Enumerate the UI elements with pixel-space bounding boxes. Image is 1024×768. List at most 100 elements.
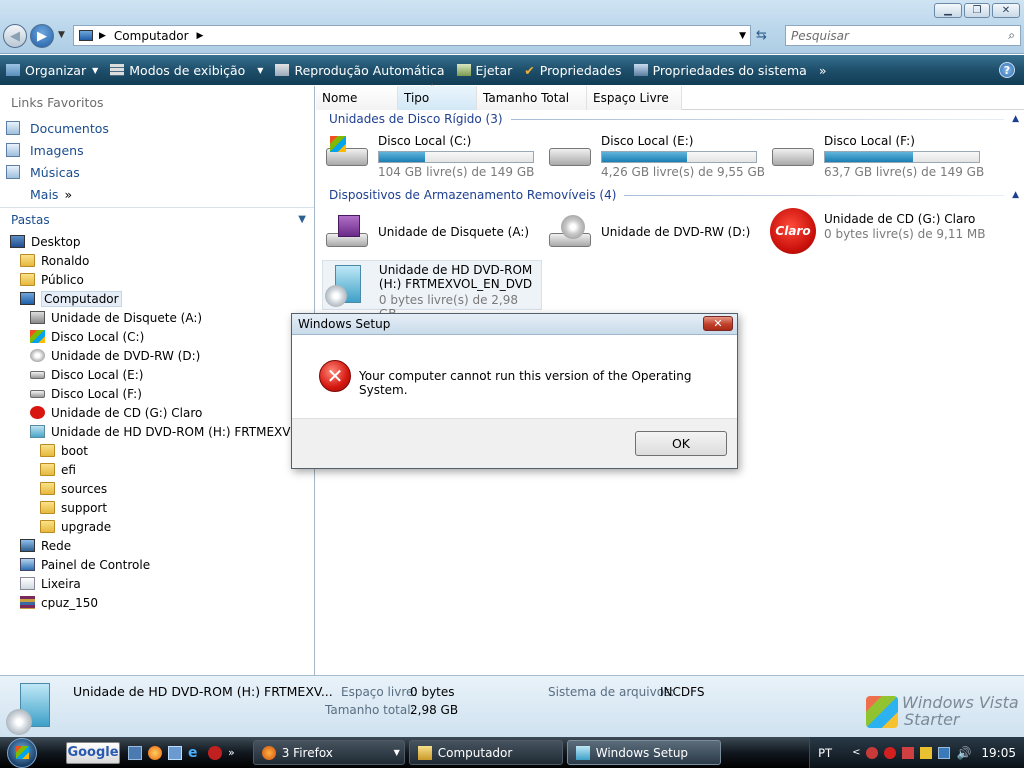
address-bar[interactable]: ▶ Computador ▶ ▼ bbox=[73, 25, 751, 46]
drive-item-c[interactable]: Disco Local (C:) 104 GB livre(s) de 149 … bbox=[324, 134, 534, 179]
group-collapse-icon[interactable]: ▲ bbox=[1012, 190, 1019, 200]
back-button[interactable]: ◀ bbox=[3, 24, 27, 48]
quick-launch: e » bbox=[128, 745, 235, 760]
error-icon: ✕ bbox=[319, 360, 351, 392]
folders-header[interactable]: Pastas ▼ bbox=[0, 207, 314, 231]
usage-bar-fill bbox=[602, 152, 687, 162]
tree-item-hddvd-h[interactable]: Unidade de HD DVD-ROM (H:) FRTMEXVOL_EN_… bbox=[0, 422, 314, 441]
views-button[interactable]: Modos de exibição ▼ bbox=[104, 55, 269, 85]
column-type[interactable]: Tipo ˆ bbox=[398, 84, 477, 110]
column-name[interactable]: Nome bbox=[316, 86, 398, 110]
internet-explorer-icon[interactable]: e bbox=[188, 746, 202, 760]
tree-item-floppy[interactable]: Unidade de Disquete (A:) bbox=[0, 308, 314, 327]
browser-icon[interactable] bbox=[148, 745, 162, 760]
maximize-button[interactable]: ❐ bbox=[964, 3, 990, 18]
tree-item-drive-c[interactable]: Disco Local (C:) bbox=[0, 327, 314, 346]
tree-item-boot[interactable]: boot bbox=[0, 441, 314, 460]
music-icon bbox=[6, 165, 20, 179]
tree-item-sources[interactable]: sources bbox=[0, 479, 314, 498]
show-hidden-icons-chevron-icon[interactable]: < bbox=[852, 747, 860, 758]
favorite-link-pictures[interactable]: Imagens bbox=[0, 139, 314, 161]
show-desktop-icon[interactable] bbox=[128, 745, 142, 760]
folder-icon bbox=[417, 745, 432, 760]
details-fs-value: INCDFS bbox=[660, 685, 705, 699]
address-location[interactable]: Computador bbox=[114, 29, 189, 43]
refresh-icon[interactable]: ⇆ bbox=[756, 28, 767, 43]
system-properties-icon bbox=[633, 64, 648, 76]
language-indicator[interactable]: PT bbox=[818, 746, 832, 760]
search-icon[interactable]: ⌕ bbox=[1008, 28, 1015, 43]
details-total-value: 2,98 GB bbox=[410, 703, 459, 717]
tree-item-user[interactable]: Ronaldo bbox=[0, 251, 314, 270]
drive-item-floppy[interactable]: Unidade de Disquete (A:) bbox=[324, 212, 529, 252]
tree-item-network[interactable]: Rede bbox=[0, 536, 314, 555]
autoplay-button[interactable]: Reprodução Automática bbox=[269, 55, 450, 85]
organize-button[interactable]: Organizar ▼ bbox=[0, 55, 104, 85]
dialog-titlebar[interactable]: Windows Setup bbox=[292, 314, 737, 335]
hard-drive-icon bbox=[547, 134, 593, 168]
tray-app-icon[interactable] bbox=[920, 746, 933, 759]
tray-app-icon[interactable] bbox=[884, 746, 897, 759]
volume-icon[interactable]: 🔊 bbox=[956, 746, 971, 760]
tree-item-drive-f[interactable]: Disco Local (F:) bbox=[0, 384, 314, 403]
recent-pages-chevron-icon[interactable]: ▼ bbox=[58, 30, 65, 40]
properties-button[interactable]: ✔ Propriedades bbox=[518, 55, 627, 85]
forward-button[interactable]: ▶ bbox=[30, 24, 54, 48]
tree-item-drive-e[interactable]: Disco Local (E:) bbox=[0, 365, 314, 384]
search-input[interactable]: Pesquisar ⌕ bbox=[785, 25, 1021, 46]
collapse-chevron-icon[interactable]: ▼ bbox=[298, 214, 306, 225]
tree-item-control-panel[interactable]: Painel de Controle bbox=[0, 555, 314, 574]
taskbar-item-firefox[interactable]: 3 Firefox ▼ bbox=[252, 740, 405, 765]
quick-launch-overflow-icon[interactable]: » bbox=[228, 746, 235, 759]
start-button[interactable] bbox=[0, 737, 44, 768]
breadcrumb-arrow-icon[interactable]: ▶ bbox=[197, 31, 204, 41]
tree-item-cpuz[interactable]: cpuz_150 bbox=[0, 593, 314, 612]
network-status-icon[interactable] bbox=[938, 746, 951, 759]
group-collapse-icon[interactable]: ▲ bbox=[1012, 114, 1019, 124]
group-header-hard-disks[interactable]: Unidades de Disco Rígido (3) ▲ bbox=[329, 112, 1019, 126]
breadcrumb-arrow-icon[interactable]: ▶ bbox=[99, 31, 106, 41]
eject-button[interactable]: Ejetar bbox=[451, 55, 519, 85]
details-total-label: Tamanho total: bbox=[325, 703, 415, 717]
column-free-space[interactable]: Espaço Livre bbox=[587, 86, 682, 110]
switch-windows-icon[interactable] bbox=[168, 745, 182, 760]
tree-item-recycle-bin[interactable]: Lixeira bbox=[0, 574, 314, 593]
tray-app-icon[interactable] bbox=[902, 746, 915, 759]
tree-item-efi[interactable]: efi bbox=[0, 460, 314, 479]
favorite-link-music[interactable]: Músicas bbox=[0, 161, 314, 183]
tree-item-cd-g[interactable]: Unidade de CD (G:) Claro bbox=[0, 403, 314, 422]
drive-item-e[interactable]: Disco Local (E:) 4,26 GB livre(s) de 9,5… bbox=[547, 134, 765, 179]
tree-item-upgrade[interactable]: upgrade bbox=[0, 517, 314, 536]
address-dropdown-icon[interactable]: ▼ bbox=[739, 31, 746, 41]
drive-item-f[interactable]: Disco Local (F:) 63,7 GB livre(s) de 149… bbox=[770, 134, 984, 179]
usage-bar bbox=[601, 151, 757, 163]
dialog-close-button[interactable]: ✕ bbox=[703, 316, 733, 331]
drive-item-hddvd[interactable]: Unidade de HD DVD-ROM (H:) FRTMEXVOL_EN_… bbox=[322, 260, 542, 321]
tree-item-desktop[interactable]: Desktop bbox=[0, 232, 314, 251]
tree-item-public[interactable]: Público bbox=[0, 270, 314, 289]
help-icon[interactable]: ? bbox=[999, 62, 1015, 78]
drive-item-cd-claro[interactable]: Claro Unidade de CD (G:) Claro 0 bytes l… bbox=[770, 208, 986, 254]
drive-name-line2: (H:) FRTMEXVOL_EN_DVD bbox=[378, 277, 533, 291]
tree-item-support[interactable]: support bbox=[0, 498, 314, 517]
tree-item-dvd-d[interactable]: Unidade de DVD-RW (D:) bbox=[0, 346, 314, 365]
taskbar-item-windows-setup[interactable]: Windows Setup bbox=[566, 740, 721, 765]
google-toolbar[interactable]: Google bbox=[66, 741, 120, 764]
taskbar-item-computer[interactable]: Computador bbox=[408, 740, 563, 765]
firefox-icon bbox=[261, 745, 276, 760]
minimize-button[interactable]: ▁ bbox=[934, 3, 962, 18]
tree-item-computer[interactable]: Computador bbox=[0, 289, 314, 308]
favorite-link-documents[interactable]: Documentos bbox=[0, 117, 314, 139]
tray-app-icon[interactable] bbox=[866, 746, 879, 759]
system-properties-button[interactable]: Propriedades do sistema bbox=[628, 55, 813, 85]
clock[interactable]: 19:05 bbox=[981, 746, 1016, 760]
favorites-more-link[interactable]: Mais» bbox=[0, 183, 314, 205]
group-header-removable[interactable]: Dispositivos de Armazenamento Removíveis… bbox=[329, 188, 1019, 202]
drive-item-dvd[interactable]: Unidade de DVD-RW (D:) bbox=[547, 212, 750, 252]
column-total-size[interactable]: Tamanho Total bbox=[477, 86, 587, 110]
close-button[interactable]: ✕ bbox=[992, 3, 1020, 18]
toolbar-overflow-button[interactable]: » bbox=[813, 55, 833, 85]
media-icon[interactable] bbox=[208, 745, 222, 760]
computer-icon bbox=[20, 292, 35, 305]
ok-button[interactable]: OK bbox=[635, 431, 727, 456]
